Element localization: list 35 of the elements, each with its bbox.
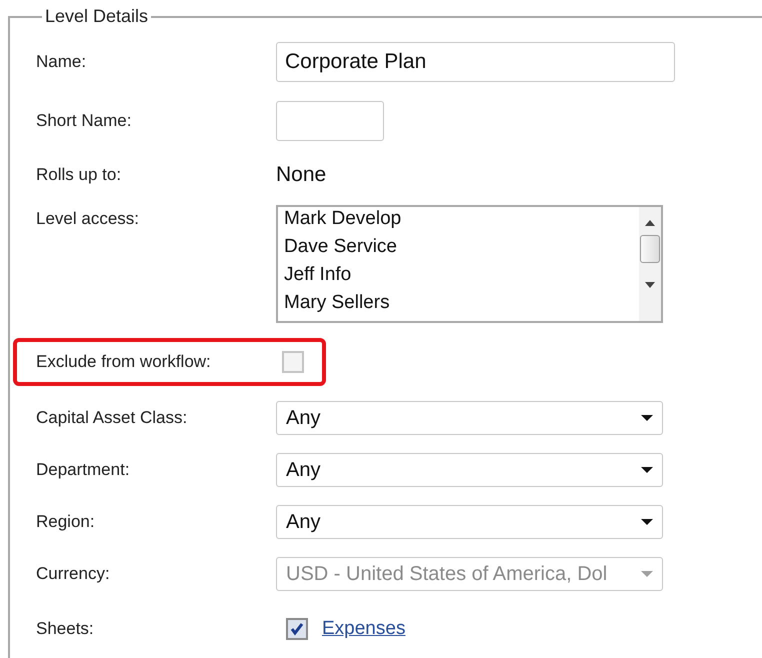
scroll-down-icon[interactable] [644,281,656,289]
expenses-link[interactable]: Expenses [322,618,406,640]
field-label: Rolls up to: [36,165,122,185]
field-label: Exclude from workflow: [36,352,212,372]
access-listbox[interactable]: Mark Develop Dave Service Jeff Info Mary Sellers [276,205,663,323]
dropdown-caret-icon [640,466,654,474]
dropdown[interactable]: Any [276,453,663,487]
scroll-thumb[interactable] [640,235,660,263]
dropdown[interactable]: Any [276,505,663,539]
checkmark-icon [290,622,304,636]
dropdown-caret-icon [640,570,654,578]
field-label: Short Name: [36,111,132,131]
list-item[interactable]: Mary Sellers [284,289,639,317]
dropdown[interactable]: Any [276,401,663,435]
value-text: None [276,163,326,187]
text-field[interactable]: Corporate Plan [276,42,675,82]
field-label: Capital Asset Class: [36,408,188,428]
field-label: Sheets: [36,619,95,639]
field-label: Department: [36,460,131,480]
dropdown: USD - United States of America, Dol [276,557,663,591]
list-item[interactable]: Jeff Info [284,261,639,289]
text-field[interactable] [276,101,384,141]
field-label: Region: [36,512,96,532]
checkbox[interactable] [282,351,304,373]
field-label: Currency: [36,564,111,584]
field-label: Level access: [36,208,140,229]
dropdown-caret-icon [640,518,654,526]
scrollbar[interactable] [639,207,661,321]
scroll-up-icon[interactable] [644,219,656,227]
list-item[interactable]: Dave Service [284,233,639,261]
list-item[interactable]: Mark Develop [284,207,639,233]
checkbox[interactable] [286,618,308,640]
panel-title: Level Details [44,6,150,27]
dropdown-caret-icon [640,414,654,422]
field-label: Name: [36,52,88,72]
